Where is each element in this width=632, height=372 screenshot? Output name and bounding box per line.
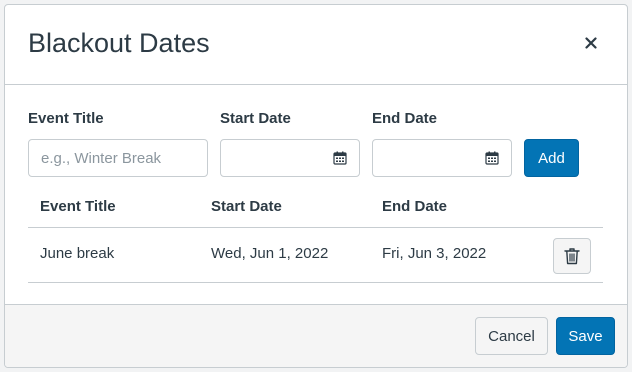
calendar-icon[interactable] <box>485 151 499 165</box>
column-header-end-date: End Date <box>382 198 448 215</box>
row-end-date: Fri, Jun 3, 2022 <box>382 245 487 262</box>
dialog-footer: Cancel Save <box>5 304 627 367</box>
delete-row-button[interactable] <box>553 238 591 274</box>
table-header-row: Event Title Start Date End Date <box>28 189 603 228</box>
blackout-dates-dialog: Blackout Dates Event Title Start Date En… <box>4 4 628 368</box>
dialog-title: Blackout Dates <box>28 28 210 58</box>
table-row: June break Wed, Jun 1, 2022 Fri, Jun 3, … <box>28 228 603 283</box>
end-date-input[interactable] <box>372 139 512 177</box>
blackout-dates-table: Event Title Start Date End Date June bre… <box>28 189 603 283</box>
start-date-label: Start Date <box>220 110 291 127</box>
cancel-button[interactable]: Cancel <box>475 317 548 355</box>
event-title-label: Event Title <box>28 110 104 127</box>
dialog-body: Event Title Start Date End Date e.g., Wi… <box>5 85 627 305</box>
column-header-event-title: Event Title <box>40 198 116 215</box>
close-icon <box>585 37 597 49</box>
row-start-date: Wed, Jun 1, 2022 <box>211 245 329 262</box>
start-date-input[interactable] <box>220 139 360 177</box>
row-event-title: June break <box>40 245 115 262</box>
dialog-header: Blackout Dates <box>5 5 627 85</box>
column-header-start-date: Start Date <box>211 198 282 215</box>
event-title-input[interactable] <box>28 139 208 177</box>
close-button[interactable] <box>579 31 603 55</box>
trash-icon <box>564 248 580 265</box>
end-date-label: End Date <box>372 110 438 127</box>
save-button[interactable]: Save <box>556 317 615 355</box>
calendar-icon[interactable] <box>333 151 347 165</box>
add-button[interactable]: Add <box>524 139 579 177</box>
